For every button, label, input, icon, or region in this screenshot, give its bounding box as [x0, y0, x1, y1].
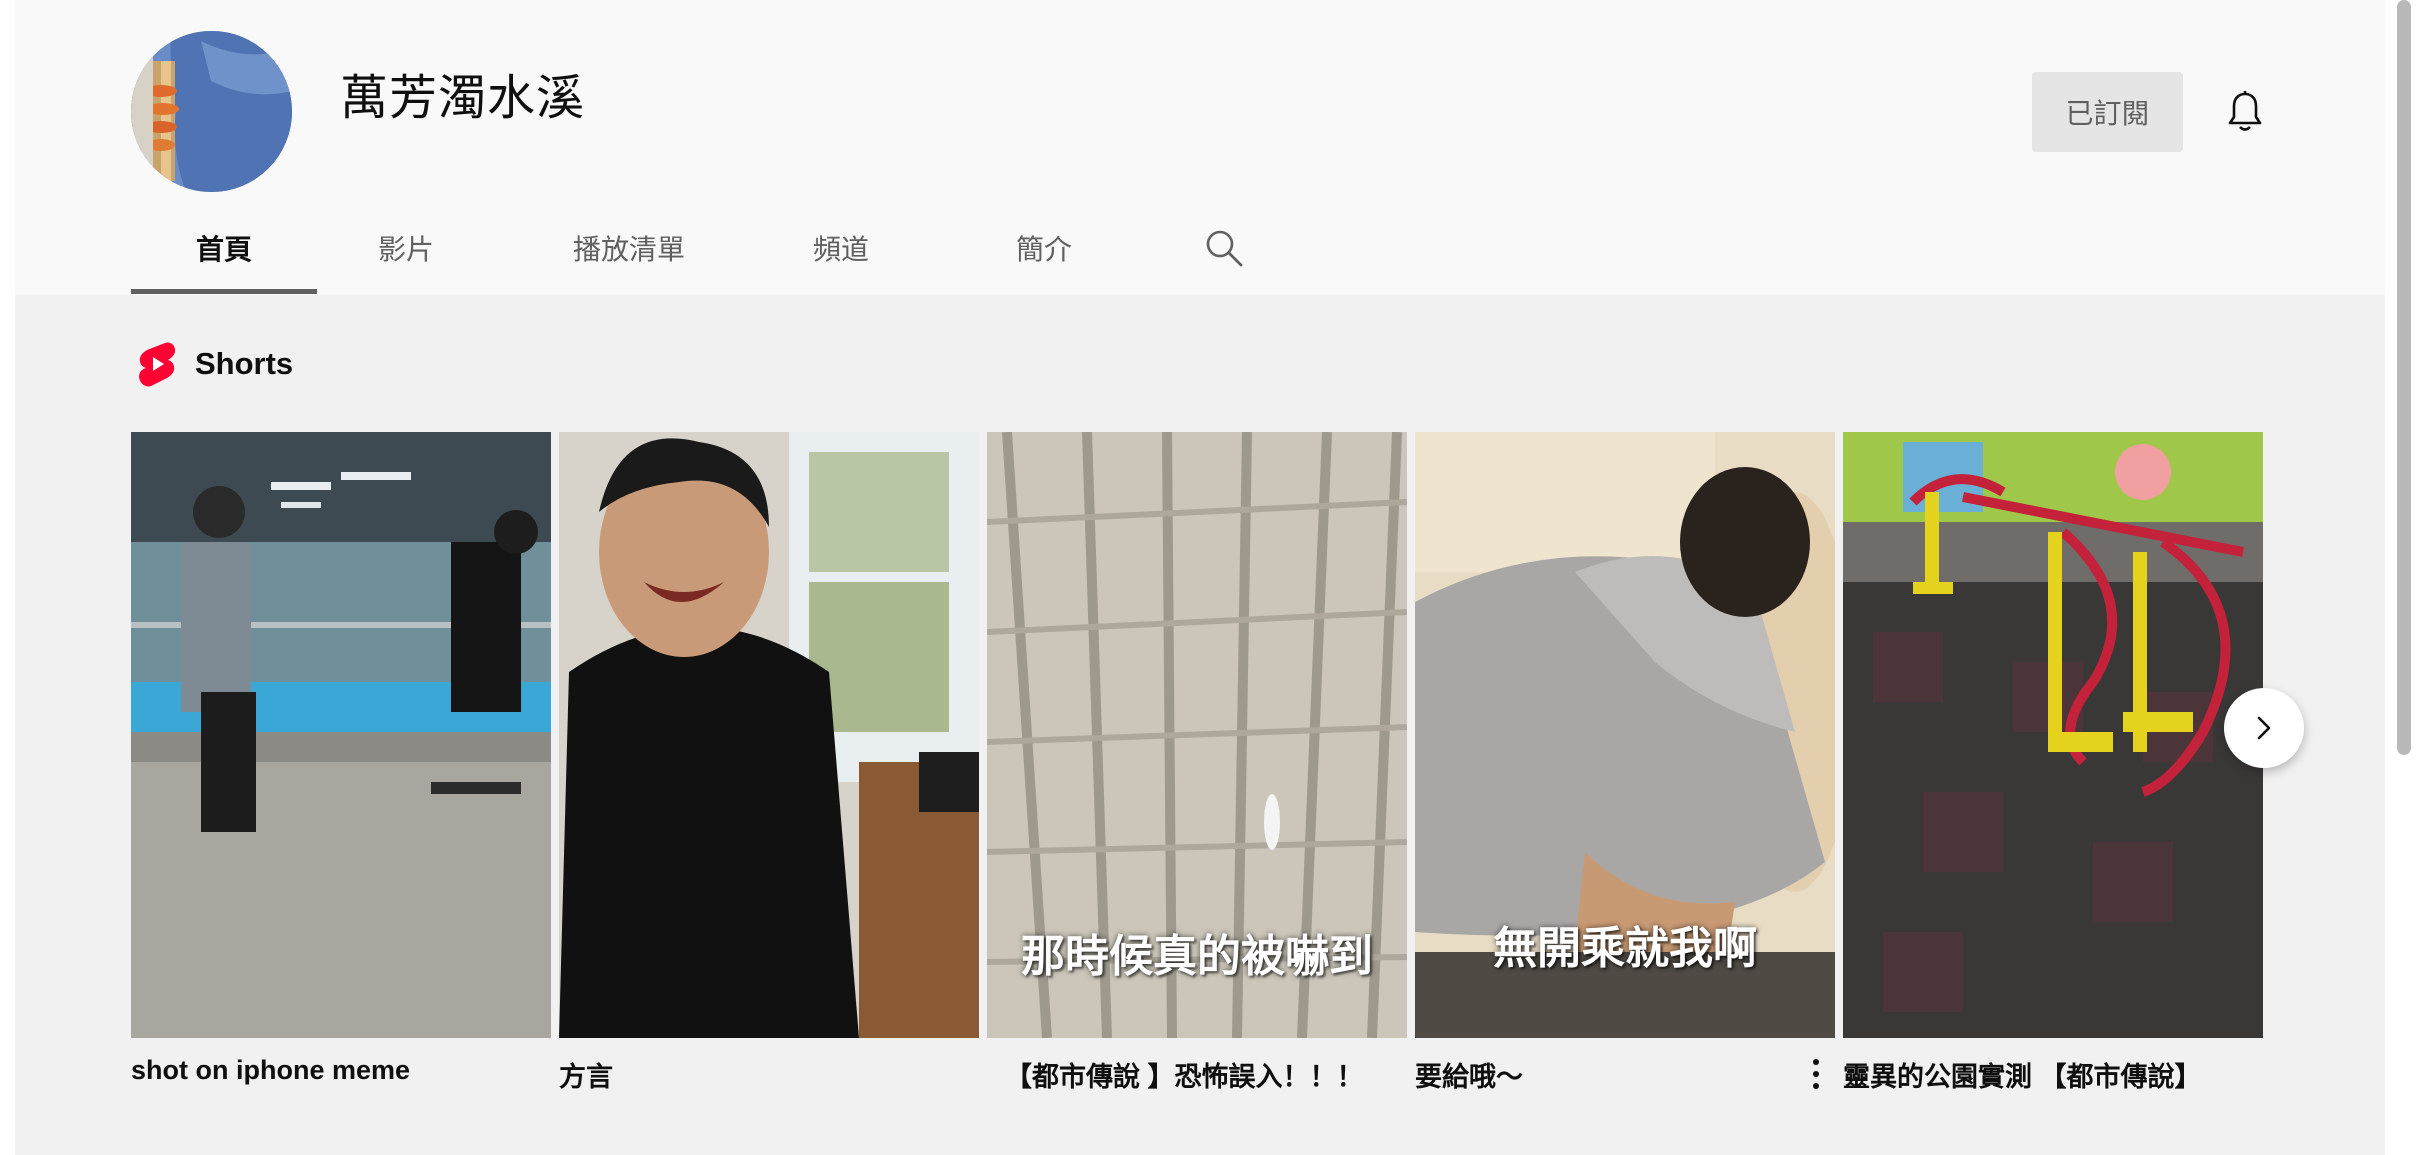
short-title[interactable]: 靈異的公園實測 【都市傳說】 — [1843, 1055, 2202, 1094]
short-thumbnail[interactable] — [131, 432, 551, 1038]
subscribed-button[interactable]: 已訂閱 — [2032, 72, 2183, 152]
home-content: Shorts shot on iphone meme 方言 那時候真的被嚇到 【… — [15, 295, 2385, 1155]
tab-label: 簡介 — [1015, 234, 1072, 265]
short-thumbnail-image — [1843, 432, 2263, 1038]
tab-label: 首頁 — [195, 234, 252, 265]
more-vertical-icon[interactable] — [1801, 1050, 1831, 1098]
short-caption-overlay: 無開乘就我啊 — [1493, 924, 1757, 973]
short-thumbnail[interactable]: 那時候真的被嚇到 — [987, 432, 1407, 1038]
short-thumbnail[interactable]: 無開乘就我啊 — [1415, 432, 1835, 1038]
bell-icon[interactable] — [2225, 90, 2265, 134]
short-title[interactable]: 要給哦～ — [1415, 1055, 1523, 1094]
short-thumbnail-image — [559, 432, 979, 1038]
short-thumbnail[interactable] — [559, 432, 979, 1038]
active-tab-indicator — [131, 289, 317, 294]
channel-page: 萬芳濁水溪 已訂閱 首頁 影片 播放清單 頻道 簡介 Shorts shot o… — [15, 0, 2385, 1155]
tab-channels[interactable]: 頻道 — [786, 216, 896, 294]
tab-about[interactable]: 簡介 — [989, 216, 1099, 294]
tab-home[interactable]: 首頁 — [131, 216, 317, 294]
shorts-section-header: Shorts — [137, 341, 293, 387]
short-title[interactable]: shot on iphone meme — [131, 1055, 410, 1086]
avatar-image — [131, 31, 292, 192]
short-title[interactable]: 方言 — [559, 1055, 613, 1094]
tab-label: 播放清單 — [572, 234, 685, 265]
channel-name: 萬芳濁水溪 — [340, 72, 586, 125]
chevron-right-icon[interactable] — [2224, 688, 2304, 768]
shorts-section-title: Shorts — [195, 346, 294, 381]
tab-playlists[interactable]: 播放清單 — [559, 216, 699, 294]
shorts-logo-icon — [139, 342, 176, 387]
tab-label: 影片 — [377, 234, 434, 265]
scrollbar-thumb[interactable] — [2397, 0, 2411, 755]
channel-avatar[interactable] — [131, 31, 292, 192]
short-caption-overlay: 那時候真的被嚇到 — [1021, 932, 1373, 981]
short-title[interactable]: 【都市傳說 】恐怖誤入！！！ — [1005, 1055, 1364, 1094]
short-thumbnail[interactable] — [1843, 432, 2263, 1038]
tab-label: 頻道 — [812, 234, 869, 265]
channel-header: 萬芳濁水溪 已訂閱 首頁 影片 播放清單 頻道 簡介 — [15, 0, 2385, 295]
tab-videos[interactable]: 影片 — [351, 216, 461, 294]
search-icon[interactable] — [1204, 228, 1244, 268]
short-thumbnail-image — [131, 432, 551, 1038]
